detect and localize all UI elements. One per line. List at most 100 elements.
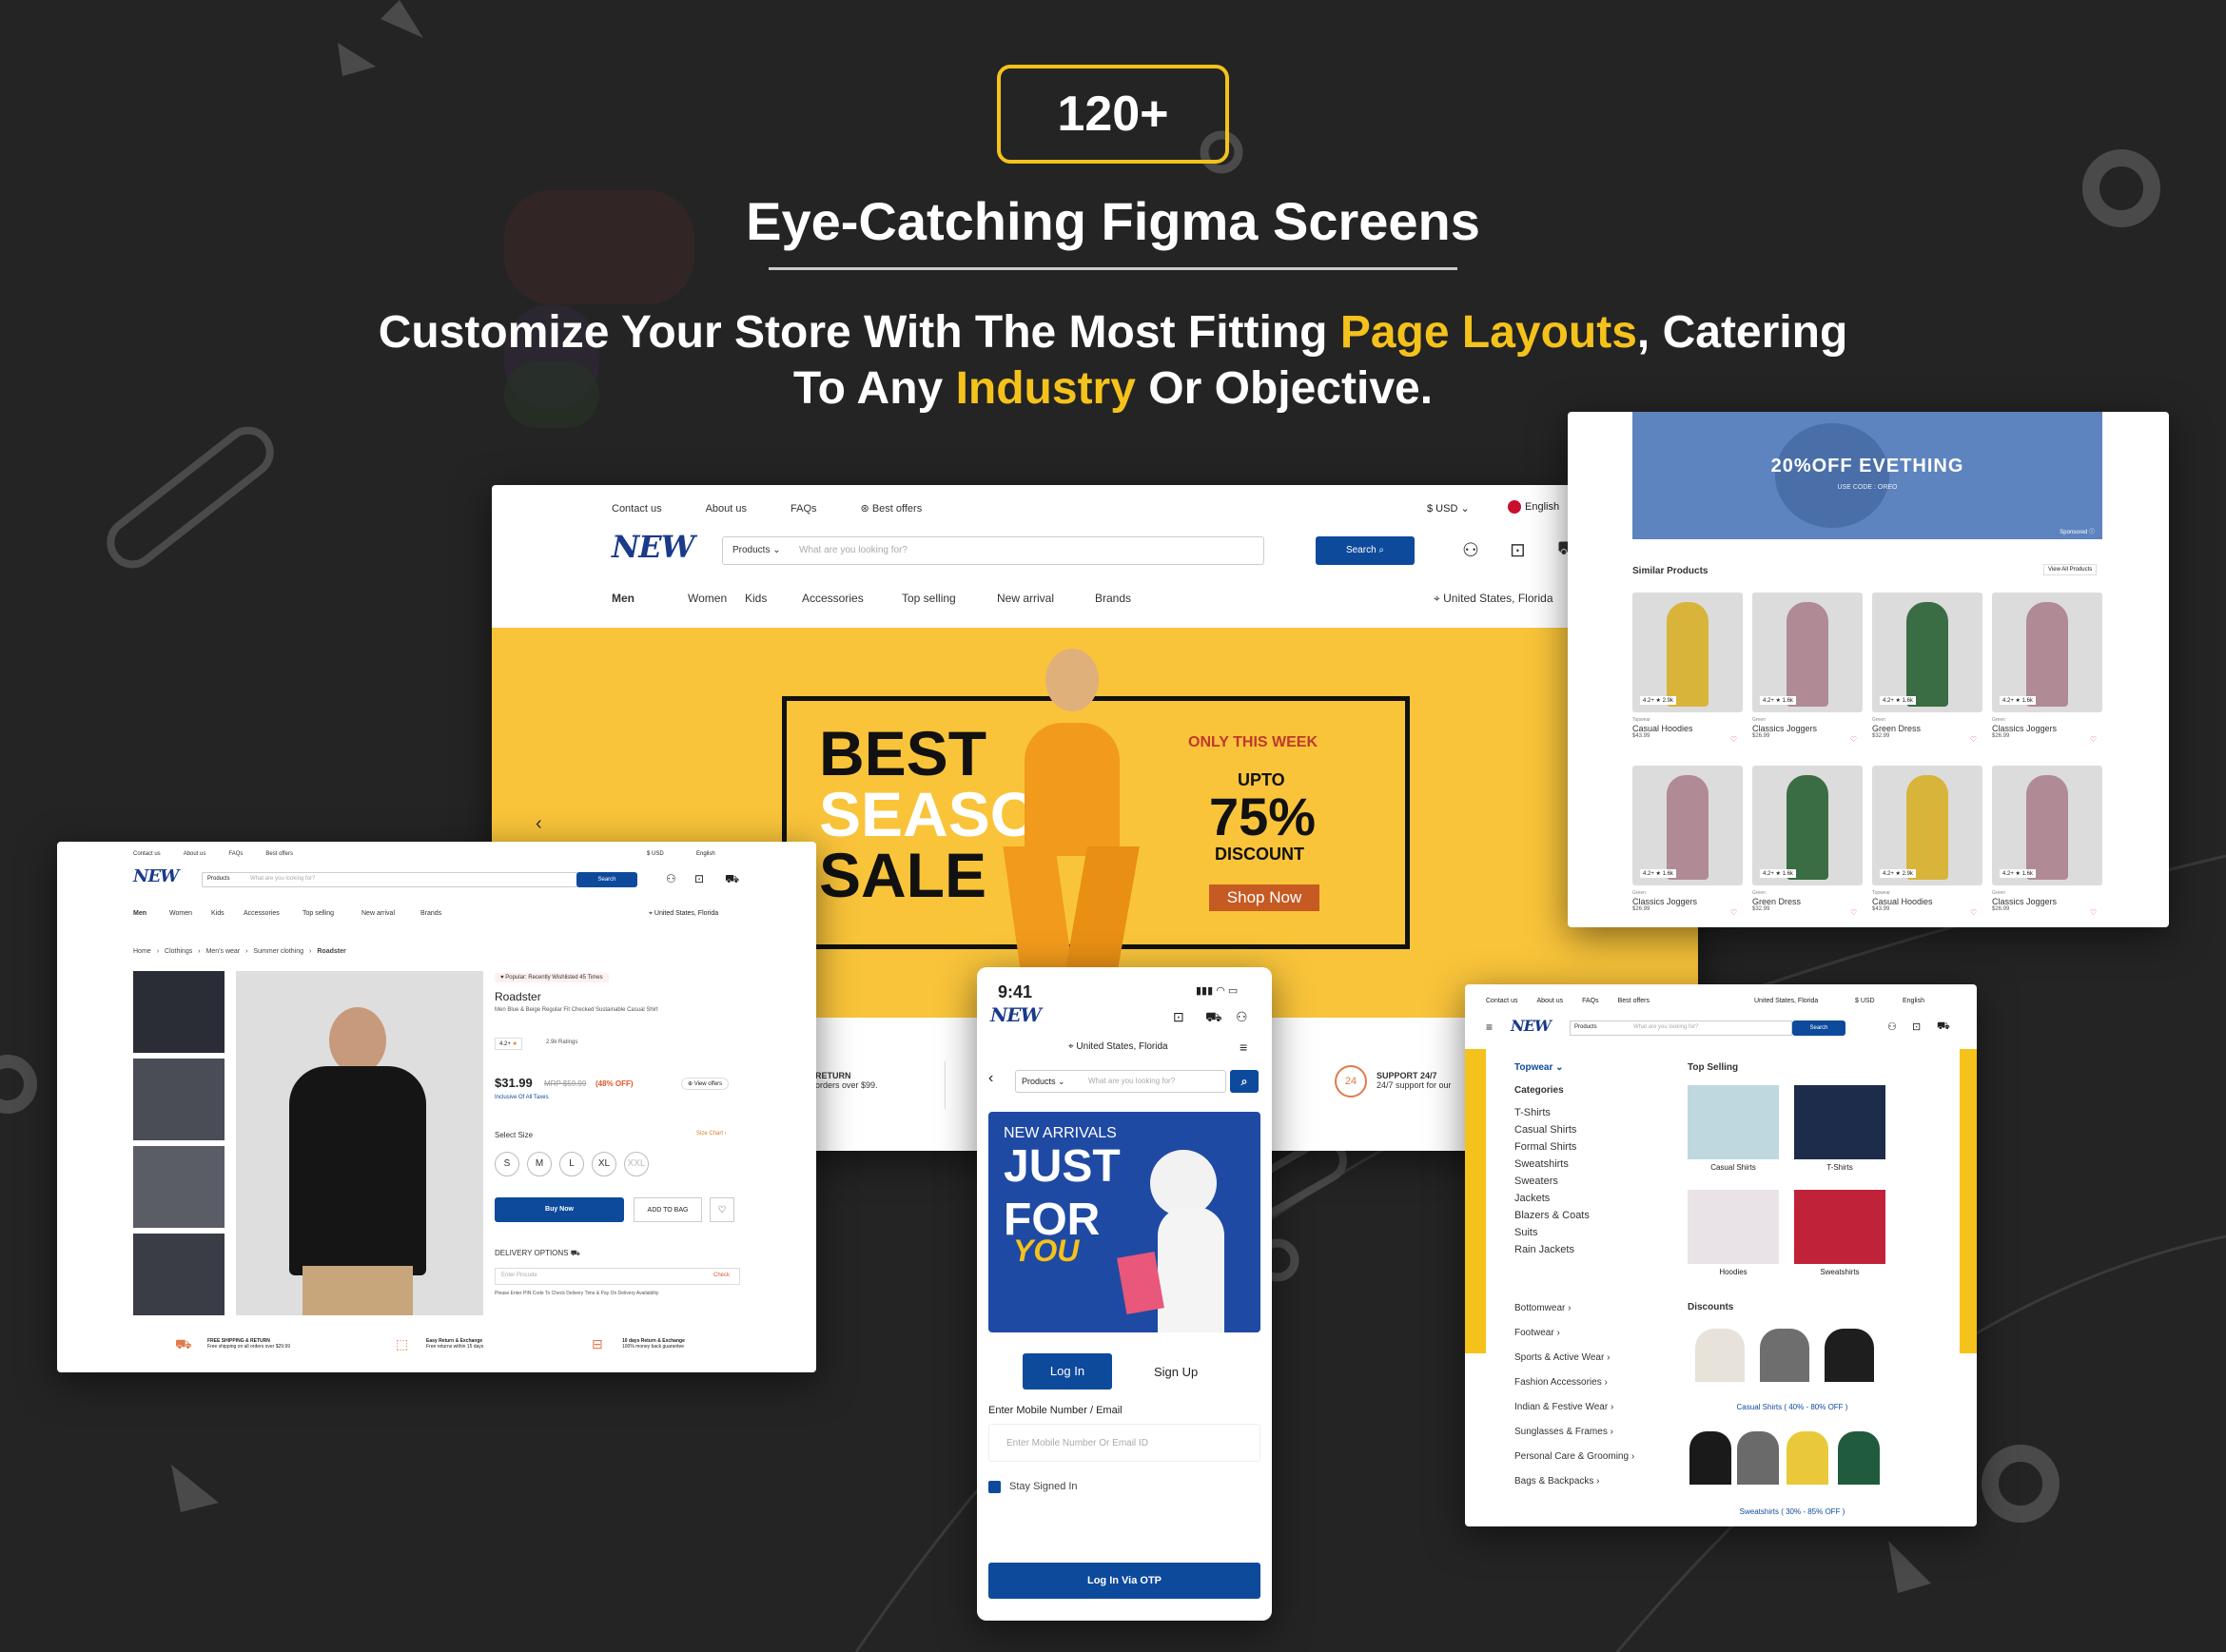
- logo[interactable]: NEW: [1511, 1017, 1552, 1035]
- faqs-link[interactable]: FAQs: [228, 851, 243, 857]
- menu-icon[interactable]: ≡: [1486, 1020, 1493, 1034]
- discount-shirts-image[interactable]: [1688, 1325, 1887, 1382]
- add-to-bag-button[interactable]: ADD TO BAG: [634, 1197, 702, 1222]
- stay-signed-in-checkbox[interactable]: [988, 1481, 1001, 1493]
- category-item[interactable]: Casual Shirts: [1514, 1121, 1590, 1138]
- product-card[interactable]: 4.2+ ★ 2.9k Topwear Casual Hoodies $43.99 ♡: [1872, 766, 1982, 917]
- product-image[interactable]: 4.2+ ★ 1.6k: [1992, 593, 2102, 712]
- product-card[interactable]: 4.2+ ★ 1.6k Green Classics Joggers $26.99 ♡: [1752, 593, 1863, 744]
- size-l[interactable]: L: [559, 1152, 584, 1176]
- nav-women[interactable]: Women: [169, 910, 211, 917]
- size-xxl[interactable]: XXL: [624, 1152, 649, 1176]
- nav-top-selling[interactable]: Top selling: [902, 592, 997, 605]
- category-item[interactable]: Suits: [1514, 1224, 1590, 1241]
- mobile-email-input[interactable]: Enter Mobile Number Or Email ID: [988, 1424, 1260, 1462]
- discount-sweatshirts-image[interactable]: [1688, 1428, 1887, 1485]
- nav-brands[interactable]: Brands: [420, 910, 441, 917]
- login-otp-button[interactable]: Log In Via OTP: [988, 1563, 1260, 1599]
- group-item[interactable]: Indian & Festive Wear ›: [1514, 1395, 1634, 1420]
- location[interactable]: United States, Florida: [1754, 998, 1818, 1004]
- about-link[interactable]: About us: [184, 851, 206, 857]
- nav-kids[interactable]: Kids: [211, 910, 244, 917]
- product-image[interactable]: 4.2+ ★ 1.6k: [1872, 593, 1982, 712]
- bag-icon[interactable]: ⊡: [1173, 1009, 1184, 1025]
- heart-icon[interactable]: ♡: [2090, 908, 2097, 917]
- nav-accessories[interactable]: Accessories: [802, 592, 902, 605]
- chevron-left-icon[interactable]: ‹: [536, 813, 542, 835]
- heart-icon[interactable]: ♡: [1970, 735, 1977, 744]
- currency-select[interactable]: $ USD: [647, 851, 664, 857]
- nav-kids[interactable]: Kids: [745, 592, 802, 605]
- check-button[interactable]: Check: [713, 1273, 730, 1278]
- product-card[interactable]: 4.2+ ★ 2.9k Topwear Casual Hoodies $43.99 ♡: [1632, 593, 1743, 744]
- signup-tab[interactable]: Sign Up: [1154, 1365, 1198, 1379]
- view-offers-button[interactable]: ⊕ View offers: [681, 1078, 730, 1090]
- cart-icon[interactable]: ⛟: [1205, 1009, 1222, 1027]
- logo[interactable]: NEW: [990, 1003, 1042, 1026]
- product-image[interactable]: 4.2+ ★ 1.6k: [1632, 766, 1743, 885]
- search-input[interactable]: What are you looking for?: [799, 545, 908, 555]
- discount-casual-shirts[interactable]: Casual Shirts ( 40% - 80% OFF ): [1688, 1403, 1897, 1411]
- pincode-field[interactable]: Enter Pincode Check: [495, 1268, 740, 1285]
- faqs-link[interactable]: FAQs: [791, 503, 817, 515]
- product-card[interactable]: 4.2+ ★ 1.6k Green Green Dress $32.99 ♡: [1872, 593, 1982, 744]
- menu-icon[interactable]: ≡: [1240, 1040, 1247, 1055]
- location[interactable]: ⌖ United States, Florida: [649, 910, 718, 918]
- nav-brands[interactable]: Brands: [1095, 592, 1131, 605]
- nav-new-arrival[interactable]: New arrival: [997, 592, 1095, 605]
- best-offers-link[interactable]: ⊛ Best offers: [861, 502, 923, 515]
- category-item[interactable]: Blazers & Coats: [1514, 1207, 1590, 1224]
- location[interactable]: ⌖ United States, Florida: [1434, 592, 1553, 606]
- bag-icon[interactable]: ⊡: [694, 872, 704, 885]
- product-image[interactable]: 4.2+ ★ 1.6k: [1752, 766, 1863, 885]
- heart-icon[interactable]: ♡: [2090, 735, 2097, 744]
- crumb-summer[interactable]: Summer clothing: [253, 948, 303, 955]
- contact-link[interactable]: Contact us: [133, 851, 161, 857]
- heart-icon[interactable]: ♡: [1730, 735, 1737, 744]
- category-item[interactable]: Rain Jackets: [1514, 1241, 1590, 1258]
- bag-icon[interactable]: ⊡: [1510, 538, 1526, 562]
- contact-link[interactable]: Contact us: [612, 503, 662, 515]
- user-icon[interactable]: ⚇: [1887, 1020, 1897, 1033]
- product-image[interactable]: 4.2+ ★ 1.6k: [1992, 766, 2102, 885]
- user-icon[interactable]: ⚇: [666, 872, 676, 885]
- buy-now-button[interactable]: Buy Now: [495, 1197, 624, 1222]
- back-icon[interactable]: ‹: [988, 1070, 993, 1087]
- group-item[interactable]: Personal Care & Grooming ›: [1514, 1445, 1634, 1469]
- tile-hoodies[interactable]: Hoodies: [1688, 1268, 1779, 1276]
- bag-icon[interactable]: ⊡: [1912, 1020, 1921, 1033]
- group-item[interactable]: Fashion Accessories ›: [1514, 1370, 1634, 1395]
- products-dropdown[interactable]: Products: [1574, 1024, 1597, 1030]
- search-input[interactable]: What are you looking for?: [1633, 1024, 1698, 1030]
- crumb-home[interactable]: Home: [133, 948, 151, 955]
- language-select[interactable]: English: [1903, 998, 1924, 1004]
- thumbnail[interactable]: [133, 971, 225, 1053]
- location[interactable]: ⌖ United States, Florida: [1068, 1041, 1168, 1052]
- group-item[interactable]: Bags & Backpacks ›: [1514, 1469, 1634, 1494]
- language-select[interactable]: English: [696, 851, 715, 857]
- crumb-mens-wear[interactable]: Men's wear: [206, 948, 241, 955]
- shop-now-button[interactable]: Shop Now: [1209, 884, 1319, 911]
- tile-casual-shirts[interactable]: Casual Shirts: [1688, 1163, 1779, 1172]
- search-icon[interactable]: ⌕: [1230, 1070, 1259, 1093]
- product-image[interactable]: 4.2+ ★ 1.6k: [1752, 593, 1863, 712]
- search-input[interactable]: What are you looking for?: [250, 876, 315, 882]
- group-item[interactable]: Sports & Active Wear ›: [1514, 1346, 1634, 1370]
- search-input[interactable]: What are you looking for?: [1088, 1077, 1175, 1085]
- thumbnail[interactable]: [133, 1146, 225, 1228]
- search-button[interactable]: Search: [576, 872, 637, 887]
- search-button[interactable]: Search ⌕: [1316, 536, 1415, 565]
- thumbnail[interactable]: [133, 1059, 225, 1140]
- heart-icon[interactable]: ♡: [1850, 735, 1857, 744]
- heart-icon[interactable]: ♡: [1850, 908, 1857, 917]
- nav-women[interactable]: Women: [688, 592, 745, 605]
- logo[interactable]: NEW: [612, 529, 695, 565]
- size-s[interactable]: S: [495, 1152, 519, 1176]
- logo[interactable]: NEW: [133, 866, 179, 886]
- contact-link[interactable]: Contact us: [1486, 998, 1517, 1004]
- category-item[interactable]: Sweaters: [1514, 1173, 1590, 1190]
- thumbnail[interactable]: [133, 1234, 225, 1315]
- product-card[interactable]: 4.2+ ★ 1.6k Green Green Dress $32.99 ♡: [1752, 766, 1863, 917]
- about-link[interactable]: About us: [1536, 998, 1563, 1004]
- category-item[interactable]: Sweatshirts: [1514, 1156, 1590, 1173]
